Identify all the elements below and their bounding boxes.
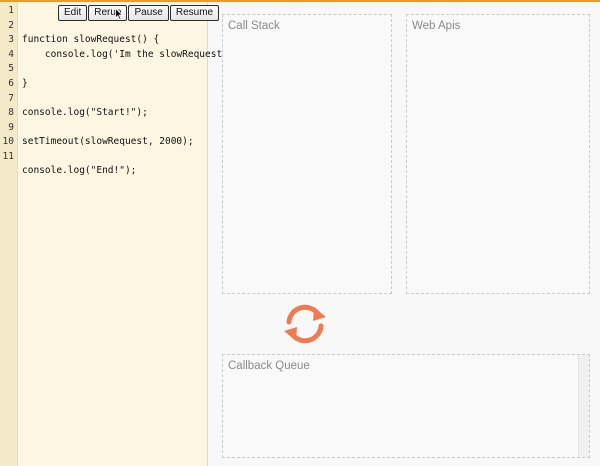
call-stack-label: Call Stack <box>228 20 280 32</box>
web-apis-label: Web Apis <box>412 20 461 32</box>
edit-button[interactable]: Edit <box>58 5 88 21</box>
code-line[interactable]: function slowRequest() { <box>22 34 159 45</box>
code-line[interactable]: console.log("End!"); <box>22 165 136 176</box>
line-number: 9 <box>8 122 14 133</box>
code-editor[interactable]: 1 2 3 4 5 6 7 8 9 10 11 function slowReq… <box>0 2 234 466</box>
editor-toolbar: Edit Rerun Pause Resume <box>58 5 220 21</box>
code-line[interactable]: } <box>22 78 28 89</box>
line-number: 4 <box>8 49 14 60</box>
callback-queue-panel: Callback Queue <box>222 354 590 458</box>
line-number: 7 <box>8 93 14 104</box>
line-number: 10 <box>2 136 14 147</box>
line-number: 5 <box>8 63 14 74</box>
resume-button[interactable]: Resume <box>169 5 220 21</box>
line-number: 1 <box>8 5 14 16</box>
callback-queue-scrollbar[interactable] <box>578 355 589 457</box>
callback-queue-label: Callback Queue <box>228 360 310 372</box>
pause-button[interactable]: Pause <box>128 5 169 21</box>
line-number: 6 <box>8 78 14 89</box>
line-number: 3 <box>8 34 14 45</box>
line-number-gutter: 1 2 3 4 5 6 7 8 9 10 11 <box>0 2 18 466</box>
line-number: 2 <box>8 20 14 31</box>
line-number: 8 <box>8 107 14 118</box>
call-stack-panel: Call Stack <box>222 14 392 294</box>
code-line[interactable]: console.log("Start!"); <box>22 107 148 118</box>
refresh-cycle-icon <box>284 304 326 344</box>
mouse-pointer-icon <box>115 8 124 20</box>
line-number: 11 <box>2 151 14 162</box>
code-line[interactable]: console.log('Im the slowRequest') <box>22 49 234 60</box>
code-line[interactable]: setTimeout(slowRequest, 2000); <box>22 136 194 147</box>
web-apis-panel: Web Apis <box>406 14 590 294</box>
